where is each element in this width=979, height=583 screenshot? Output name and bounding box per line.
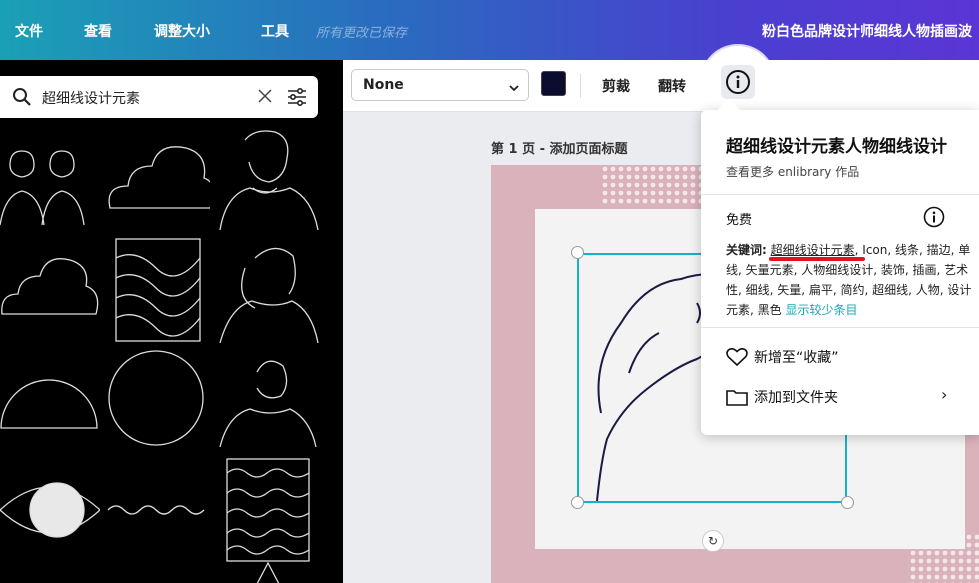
font-select[interactable]: None (351, 69, 529, 101)
color-swatch[interactable] (541, 71, 566, 96)
elements-panel: 超细线设计元素 (0, 60, 343, 583)
search-input[interactable]: 超细线设计元素 (42, 88, 140, 108)
folder-icon (726, 390, 748, 406)
menu-file[interactable]: 文件 (15, 21, 43, 41)
document-title[interactable]: 粉白色品牌设计师细线人物插画波 (762, 21, 979, 41)
element-eye[interactable] (0, 465, 100, 555)
author-link[interactable]: 查看更多 enlibrary 作品 (726, 163, 859, 180)
rotate-handle[interactable]: ↻ (702, 530, 724, 552)
element-wavy-line[interactable] (106, 495, 206, 525)
close-icon[interactable] (256, 87, 274, 109)
save-status: 所有更改已保存 (316, 26, 408, 41)
chevron-down-icon (508, 79, 520, 98)
toolbar-divider (580, 74, 581, 98)
keyword-highlight[interactable]: 超细线设计元素 (771, 243, 855, 257)
page-title-label[interactable]: 第 1 页 - 添加页面标题 (491, 138, 628, 157)
element-title: 超细线设计元素人物细线设计 (726, 137, 947, 157)
menu-view[interactable]: 查看 (84, 21, 112, 41)
font-select-value: None (363, 77, 404, 93)
element-circle[interactable] (106, 348, 206, 448)
license-info-icon[interactable] (923, 206, 945, 232)
element-half-circle[interactable] (0, 352, 100, 432)
element-info-popup: 超细线设计元素人物细线设计 查看更多 enlibrary 作品 免费 关键词: … (701, 98, 979, 435)
editor-toolbar: None 剪裁 翻转 (343, 46, 979, 118)
element-triangle[interactable] (256, 562, 280, 583)
top-bar: 文件 查看 调整大小 工具 所有更改已保存 粉白色品牌设计师细线人物插画波 (0, 0, 979, 60)
resize-handle-bottom-left[interactable] (571, 496, 584, 509)
crop-button[interactable]: 剪裁 (602, 76, 630, 96)
keywords-label: 关键词: (726, 243, 767, 257)
red-underline-annotation (769, 257, 865, 261)
resize-handle-top-left[interactable] (571, 246, 584, 259)
popup-divider-2 (701, 327, 979, 328)
element-man-portrait[interactable] (215, 130, 320, 230)
element-woman-portrait[interactable] (215, 238, 320, 343)
element-cloud-small[interactable] (0, 250, 100, 320)
element-wave-lines-box[interactable] (226, 458, 310, 562)
element-cloud[interactable] (105, 140, 210, 215)
menu-resize[interactable]: 调整大小 (154, 21, 210, 41)
filter-icon[interactable] (286, 86, 308, 112)
flip-button[interactable]: 翻转 (658, 76, 686, 96)
license-label: 免费 (726, 213, 753, 228)
heart-icon (726, 348, 748, 366)
dot-pattern-decoration (601, 165, 711, 205)
search-bar: 超细线设计元素 (0, 76, 318, 118)
element-gallery (0, 130, 343, 583)
chevron-right-icon[interactable]: › (941, 385, 947, 404)
keywords-block: 关键词: 超细线设计元素, Icon, 线条, 描边, 单线, 矢量元素, 人物… (726, 240, 979, 320)
element-two-people[interactable] (0, 130, 100, 230)
show-less-link[interactable]: 显示较少条目 (785, 303, 857, 317)
element-man-portrait-2[interactable] (215, 352, 320, 447)
menu-tools[interactable]: 工具 (261, 21, 289, 41)
element-wave-pattern[interactable] (115, 238, 201, 342)
search-icon (12, 87, 32, 111)
rotate-icon: ↻ (707, 534, 719, 548)
add-favorite-label: 新增至“收藏” (754, 350, 839, 366)
add-folder-label: 添加到文件夹 (754, 390, 838, 406)
resize-handle-bottom-right[interactable] (841, 496, 854, 509)
popup-divider (701, 194, 979, 195)
info-icon (726, 70, 750, 94)
